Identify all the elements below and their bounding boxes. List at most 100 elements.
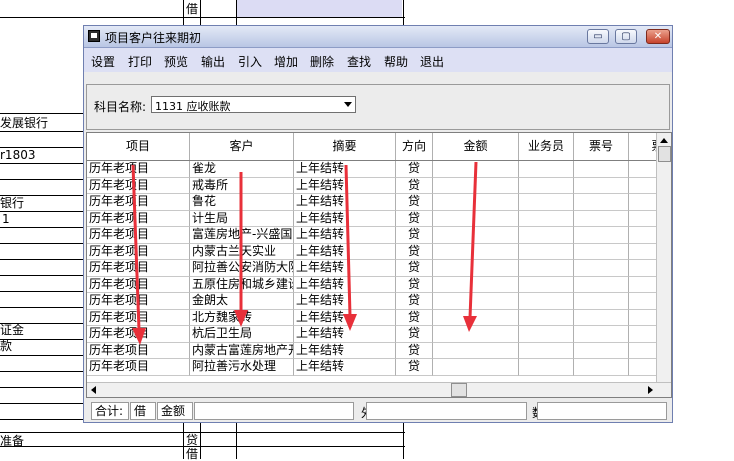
cell-salesperson[interactable]	[519, 227, 574, 244]
horizontal-scrollbar[interactable]	[87, 382, 671, 397]
cell-salesperson[interactable]	[519, 243, 574, 260]
title-bar[interactable]: 项目客户往来期初 ▭ ▢ ✕	[84, 26, 672, 48]
table-row[interactable]: 历年老项目 计生局 上年结转贷	[87, 210, 671, 227]
cell-salesperson[interactable]	[519, 161, 574, 178]
menu-export[interactable]: 输出	[201, 53, 225, 70]
cell-direction[interactable]: 贷	[396, 342, 433, 359]
cell-customer[interactable]: 鲁花	[190, 194, 294, 211]
cell-summary[interactable]: 上年结转	[294, 342, 396, 359]
table-row[interactable]: 历年老项目 杭后卫生局 上年结转贷	[87, 326, 671, 343]
table-row[interactable]: 历年老项目五原住房和城乡建设局上年结转贷	[87, 276, 671, 293]
table-row[interactable]: 历年老项目 阿拉善公安消防大队 上年结转贷	[87, 260, 671, 277]
cell-customer[interactable]: 阿拉善公安消防大队	[190, 260, 294, 277]
cell-ticket-no[interactable]	[574, 194, 629, 211]
cell-summary[interactable]: 上年结转	[294, 161, 396, 178]
scroll-thumb[interactable]	[658, 146, 671, 162]
cell-direction[interactable]: 贷	[396, 210, 433, 227]
cell-customer[interactable]: 北方魏家砖	[190, 309, 294, 326]
column-header-summary[interactable]: 摘要	[294, 133, 396, 160]
table-row[interactable]: 历年老项目 富莲房地产-兴盛国际 上年结转贷	[87, 227, 671, 244]
cell-salesperson[interactable]	[519, 194, 574, 211]
column-header-salesperson[interactable]: 业务员	[519, 133, 574, 160]
table-row[interactable]: 历年老项目 阿拉善污水处理 上年结转贷	[87, 359, 671, 376]
cell-direction[interactable]: 贷	[396, 194, 433, 211]
cell-salesperson[interactable]	[519, 326, 574, 343]
cell-ticket-no[interactable]	[574, 260, 629, 277]
cell-amount[interactable]	[433, 359, 519, 376]
cell-amount[interactable]	[433, 227, 519, 244]
menu-add[interactable]: 增加	[274, 53, 298, 70]
column-header-customer[interactable]: 客户	[190, 133, 294, 160]
cell-salesperson[interactable]	[519, 359, 574, 376]
cell-direction[interactable]: 贷	[396, 326, 433, 343]
scroll-right-icon[interactable]	[648, 386, 653, 394]
cell-salesperson[interactable]	[519, 276, 574, 293]
cell-direction[interactable]: 贷	[396, 177, 433, 194]
cell-project[interactable]: 历年老项目	[87, 326, 190, 343]
cell-customer[interactable]: 阿拉善污水处理	[190, 359, 294, 376]
subject-select[interactable]: 1131 应收账款	[151, 96, 356, 113]
cell-salesperson[interactable]	[519, 342, 574, 359]
cell-project[interactable]: 历年老项目	[87, 227, 190, 244]
cell-summary[interactable]: 上年结转	[294, 326, 396, 343]
cell-ticket-no[interactable]	[574, 161, 629, 178]
scroll-left-icon[interactable]	[91, 386, 96, 394]
cell-amount[interactable]	[433, 260, 519, 277]
cell-direction[interactable]: 贷	[396, 309, 433, 326]
cell-summary[interactable]: 上年结转	[294, 359, 396, 376]
cell-ticket-no[interactable]	[574, 210, 629, 227]
scroll-up-icon[interactable]	[660, 138, 668, 143]
cell-ticket-no[interactable]	[574, 326, 629, 343]
vertical-scrollbar[interactable]	[656, 133, 671, 383]
cell-project[interactable]: 历年老项目	[87, 194, 190, 211]
cell-ticket-no[interactable]	[574, 177, 629, 194]
cell-summary[interactable]: 上年结转	[294, 243, 396, 260]
menu-help[interactable]: 帮助	[384, 53, 408, 70]
column-header-project[interactable]: 项目	[87, 133, 190, 160]
cell-amount[interactable]	[433, 293, 519, 310]
cell-direction[interactable]: 贷	[396, 293, 433, 310]
cell-salesperson[interactable]	[519, 309, 574, 326]
cell-summary[interactable]: 上年结转	[294, 293, 396, 310]
cell-customer[interactable]: 雀龙	[190, 161, 294, 178]
cell-project[interactable]: 历年老项目	[87, 161, 190, 178]
minimize-button[interactable]: ▭	[587, 29, 609, 44]
cell-direction[interactable]: 贷	[396, 161, 433, 178]
cell-ticket-no[interactable]	[574, 309, 629, 326]
cell-direction[interactable]: 贷	[396, 243, 433, 260]
menu-preview[interactable]: 预览	[164, 53, 188, 70]
cell-amount[interactable]	[433, 243, 519, 260]
column-header-direction[interactable]: 方向	[396, 133, 433, 160]
cell-salesperson[interactable]	[519, 177, 574, 194]
menu-find[interactable]: 查找	[347, 53, 371, 70]
table-row[interactable]: 历年老项目内蒙古富莲房地产开发上年结转贷	[87, 342, 671, 359]
cell-project[interactable]: 历年老项目	[87, 309, 190, 326]
cell-amount[interactable]	[433, 210, 519, 227]
cell-amount[interactable]	[433, 161, 519, 178]
menu-delete[interactable]: 删除	[310, 53, 334, 70]
cell-direction[interactable]: 贷	[396, 359, 433, 376]
column-header-amount[interactable]: 金额	[433, 133, 519, 160]
table-row[interactable]: 历年老项目 北方魏家砖 上年结转贷	[87, 309, 671, 326]
cell-summary[interactable]: 上年结转	[294, 260, 396, 277]
cell-ticket-no[interactable]	[574, 227, 629, 244]
table-row[interactable]: 历年老项目 鲁花 上年结转贷	[87, 194, 671, 211]
menu-print[interactable]: 打印	[128, 53, 152, 70]
cell-amount[interactable]	[433, 276, 519, 293]
cell-amount[interactable]	[433, 177, 519, 194]
cell-project[interactable]: 历年老项目	[87, 342, 190, 359]
cell-salesperson[interactable]	[519, 210, 574, 227]
cell-ticket-no[interactable]	[574, 243, 629, 260]
cell-summary[interactable]: 上年结转	[294, 210, 396, 227]
cell-amount[interactable]	[433, 194, 519, 211]
cell-amount[interactable]	[433, 326, 519, 343]
cell-direction[interactable]: 贷	[396, 276, 433, 293]
cell-direction[interactable]: 贷	[396, 260, 433, 277]
cell-project[interactable]: 历年老项目	[87, 359, 190, 376]
cell-customer[interactable]: 金朗太	[190, 293, 294, 310]
cell-salesperson[interactable]	[519, 293, 574, 310]
cell-project[interactable]: 历年老项目	[87, 177, 190, 194]
table-row[interactable]: 历年老项目 戒毒所 上年结转贷	[87, 177, 671, 194]
cell-direction[interactable]: 贷	[396, 227, 433, 244]
cell-summary[interactable]: 上年结转	[294, 309, 396, 326]
